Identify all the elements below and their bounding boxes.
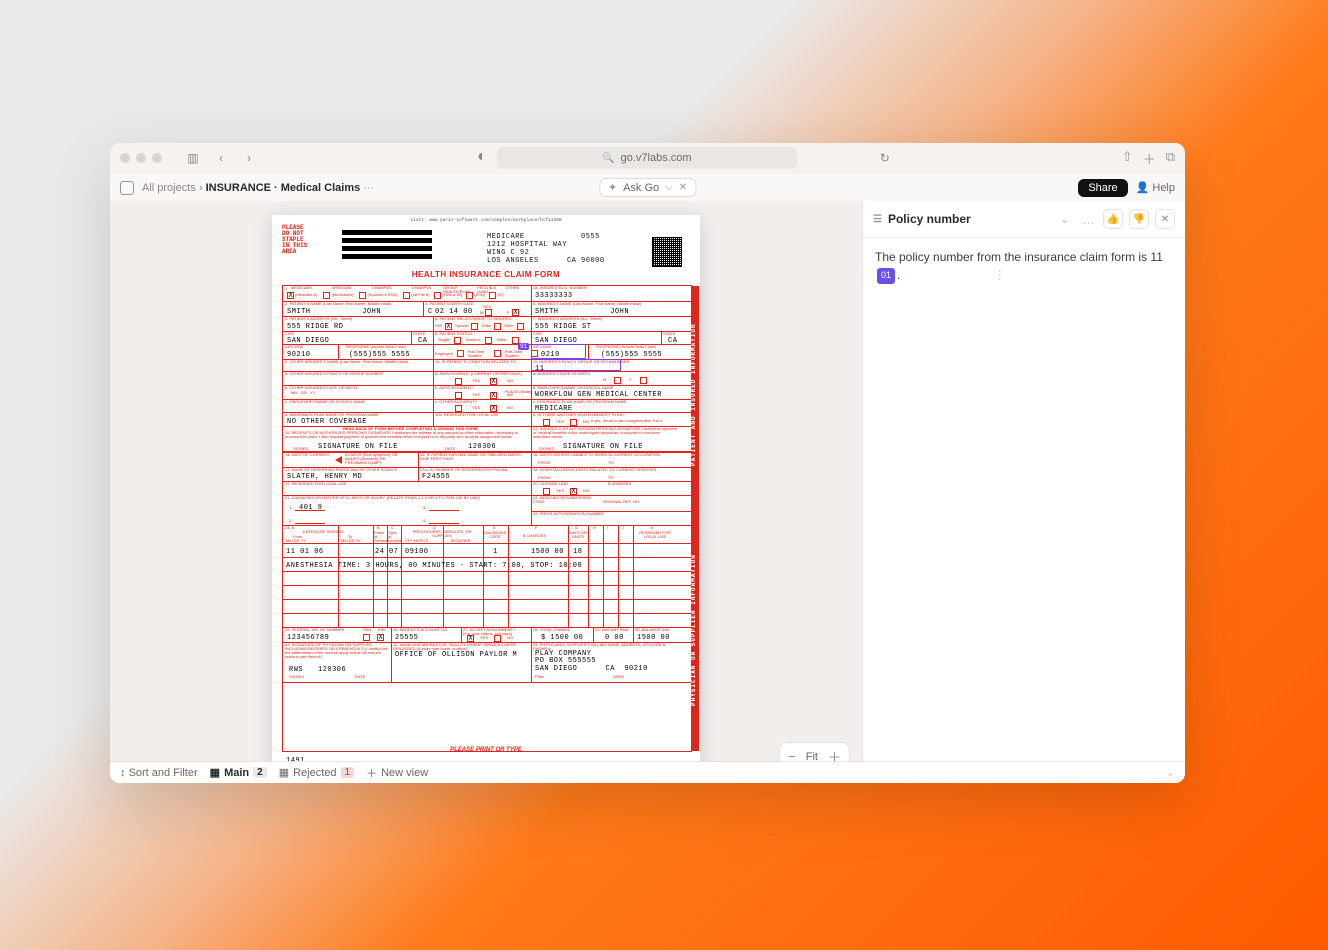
- chk-feca: [466, 292, 473, 299]
- referring-physician: SLATER, HENRY MD: [287, 473, 362, 481]
- insured-address: 555 RIDGE ST: [535, 323, 591, 331]
- reader-mode-icon[interactable]: ◐: [475, 150, 489, 164]
- search-icon: 🔍: [602, 153, 614, 164]
- qr-code: [652, 237, 682, 267]
- panel-collapse-icon[interactable]: ⌄: [1059, 211, 1070, 227]
- panel-body-more-icon[interactable]: ⋮: [994, 268, 1006, 282]
- chk-champva: [403, 292, 410, 299]
- browser-right-tools: ⇧ ＋ ⧉: [1122, 149, 1175, 168]
- alignment-bars: [342, 230, 432, 262]
- chk-sex-f: [512, 309, 519, 316]
- traffic-lights: [120, 153, 162, 163]
- panel-menu-icon[interactable]: ☰: [873, 214, 882, 225]
- nav-back-icon[interactable]: ‹: [210, 147, 232, 169]
- citation-chip[interactable]: 01: [877, 268, 895, 284]
- chk-medicaid: [323, 292, 330, 299]
- browser-titlebar: ▥ ‹ › 🔍 go.v7labs.com ↻ ⇧ ＋ ⧉: [110, 143, 1185, 173]
- url-text: go.v7labs.com: [621, 152, 692, 164]
- carrier-block: MEDICARE 0555 1212 HOSPITAL WAY WING C 9…: [487, 233, 605, 265]
- answer-text: The policy number from the insurance cla…: [875, 250, 1163, 264]
- center-tab[interactable]: ✦ Ask Go ⌵ ✕: [599, 178, 696, 197]
- share-icon[interactable]: ⇧: [1122, 149, 1133, 168]
- panel-close-button[interactable]: ✕: [1155, 209, 1175, 229]
- thumbs-down-button[interactable]: 👎: [1129, 209, 1149, 229]
- strip-collapse-icon[interactable]: ⌄: [1166, 766, 1175, 779]
- patient-name: SMITH JOHN C: [287, 308, 433, 316]
- form-title: HEALTH INSURANCE CLAIM FORM: [272, 270, 700, 279]
- share-button[interactable]: Share: [1078, 179, 1127, 197]
- panel-body: The policy number from the insurance cla…: [863, 238, 1185, 294]
- thumbs-up-button[interactable]: 👍: [1103, 209, 1123, 229]
- tab-pin-icon[interactable]: ⌵: [665, 182, 673, 193]
- panel-title: Policy number: [888, 212, 971, 226]
- view-tab-rejected[interactable]: ▦ Rejected 1: [279, 766, 354, 779]
- view-tabs-strip: ↕ Sort and Filter ▦ Main 2 ▦ Rejected 1 …: [110, 761, 1185, 783]
- claim-form-page[interactable]: visit: www.paris-software.com/samples/wo…: [272, 215, 700, 770]
- insured-name: SMITH JOHN: [535, 308, 629, 316]
- chk-champus: [359, 292, 366, 299]
- new-view-button[interactable]: ＋ New view: [366, 765, 428, 781]
- reload-icon[interactable]: ↻: [874, 147, 896, 169]
- traffic-min[interactable]: [136, 153, 146, 163]
- insured-id: 33333333: [535, 292, 573, 300]
- chk-medicare: [287, 292, 294, 299]
- highlight-insured-zip: [531, 344, 586, 359]
- side-panel: ☰ Policy number ⌄ … 👍 👎 ✕ The policy num…: [862, 201, 1185, 783]
- tabs-icon[interactable]: ⧉: [1166, 149, 1175, 168]
- panel-more-icon[interactable]: …: [1082, 212, 1095, 227]
- chk-group: [434, 292, 441, 299]
- vtext-patient: PATIENT AND INSURED INFORMATION: [690, 296, 697, 466]
- panel-toggle-icon[interactable]: [120, 181, 134, 195]
- vtext-physician: PHYSICIAN OR SUPPLIER INFORMATION: [690, 516, 697, 706]
- patient-zip: 90210: [287, 351, 311, 359]
- highlight-policy-number: [531, 359, 621, 371]
- tab-close-icon[interactable]: ✕: [679, 182, 687, 193]
- patient-dob: 02 14 00: [435, 308, 473, 316]
- app-bar: All projects › INSURANCE · Medical Claim…: [110, 173, 1185, 201]
- user-icon: 👤: [1136, 181, 1150, 194]
- sort-filter-button[interactable]: ↕ Sort and Filter: [120, 767, 198, 779]
- sidebar-toggle-icon[interactable]: ▥: [182, 147, 204, 169]
- tab-label: Ask Go: [623, 182, 659, 194]
- nav-forward-icon[interactable]: ›: [238, 147, 260, 169]
- breadcrumb[interactable]: All projects › INSURANCE · Medical Claim…: [142, 182, 374, 194]
- url-bar[interactable]: 🔍 go.v7labs.com: [497, 147, 797, 169]
- employer-name: WORKFLOW GEN MEDICAL CENTER: [535, 391, 662, 399]
- vtext-carrier: CARRIER: [690, 231, 697, 281]
- traffic-close[interactable]: [120, 153, 130, 163]
- breadcrumb-sep: ›: [199, 182, 203, 194]
- form-footer: PLEASE PRINT OR TYPE: [272, 747, 700, 753]
- new-tab-icon[interactable]: ＋: [1143, 149, 1156, 168]
- watermark-url: visit: www.paris-software.com/samples/wo…: [272, 218, 700, 223]
- help-button[interactable]: 👤 Help: [1136, 181, 1175, 194]
- view-tab-main[interactable]: ▦ Main 2: [210, 766, 267, 779]
- document-panel: visit: www.paris-software.com/samples/wo…: [110, 201, 862, 783]
- panel-header: ☰ Policy number ⌄ … 👍 👎 ✕: [863, 201, 1185, 238]
- chk-other: [489, 292, 496, 299]
- breadcrumb-current[interactable]: INSURANCE · Medical Claims: [206, 182, 361, 194]
- breadcrumb-root[interactable]: All projects: [142, 182, 196, 194]
- patient-address: 555 RIDGE RD: [287, 323, 343, 331]
- browser-window: ◐ ▥ ‹ › 🔍 go.v7labs.com ↻ ⇧ ＋ ⧉ All proj…: [110, 143, 1185, 783]
- traffic-max[interactable]: [152, 153, 162, 163]
- form-body: CARRIER PATIENT AND INSURED INFORMATION …: [282, 285, 692, 752]
- content-area: visit: www.paris-software.com/samples/wo…: [110, 201, 1185, 783]
